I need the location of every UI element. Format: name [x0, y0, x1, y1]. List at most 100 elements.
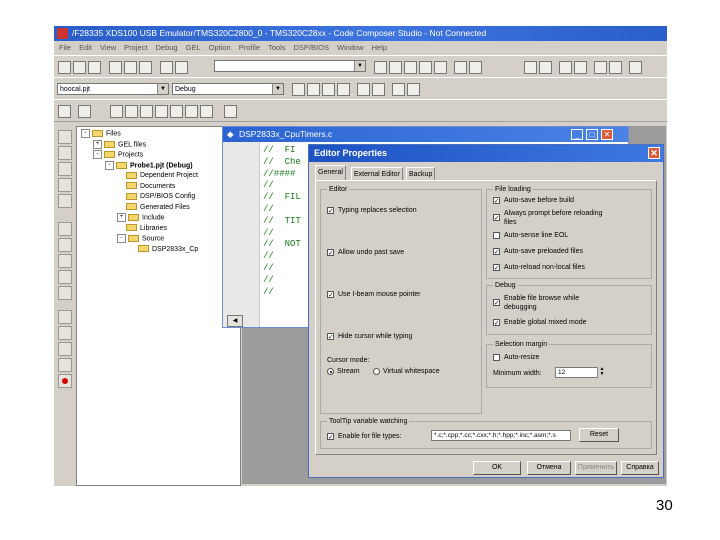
indent-icon[interactable] — [524, 61, 537, 74]
breakpoint-icon[interactable] — [357, 83, 370, 96]
find-in-files-icon[interactable] — [419, 61, 432, 74]
disassembly-icon[interactable] — [170, 105, 183, 118]
minimize-icon[interactable]: _ — [571, 129, 583, 140]
menu-item[interactable]: Window — [337, 43, 364, 52]
help-pointer-icon[interactable] — [469, 61, 482, 74]
find-prev-icon[interactable] — [404, 61, 417, 74]
tree-item[interactable]: Libraries — [117, 224, 167, 233]
radio-button[interactable] — [373, 368, 380, 375]
tree-item[interactable]: Dependent Project — [117, 171, 198, 180]
record-icon[interactable] — [58, 374, 72, 388]
menu-item[interactable]: Help — [372, 43, 387, 52]
find-icon[interactable] — [374, 61, 387, 74]
checkbox[interactable]: ✓ — [327, 433, 334, 441]
halt-icon[interactable] — [58, 146, 72, 160]
checkbox[interactable]: ✓ — [493, 248, 500, 256]
window-titlebar[interactable]: /F28335 XDS100 USB Emulator/TMS320C2800_… — [54, 26, 667, 41]
graph-icon[interactable] — [140, 105, 153, 118]
tree-item[interactable]: Documents — [117, 182, 175, 191]
expand-icon[interactable]: + — [93, 139, 102, 149]
collapse-icon[interactable]: - — [81, 129, 90, 138]
checkbox[interactable]: ✓ — [493, 319, 500, 327]
cut-icon[interactable] — [109, 61, 122, 74]
compile-file-icon[interactable] — [292, 83, 305, 96]
watch-icon[interactable] — [155, 105, 168, 118]
animate-icon[interactable] — [58, 162, 72, 176]
edit-icon[interactable] — [200, 105, 213, 118]
tree-item[interactable]: - Files — [81, 129, 121, 138]
incremental-build-icon[interactable] — [307, 83, 320, 96]
checkbox[interactable]: ✓ — [493, 264, 500, 272]
tab-backup[interactable]: Backup — [406, 167, 436, 180]
checkbox[interactable]: ✓ — [493, 299, 500, 307]
collapse-icon[interactable]: - — [93, 150, 102, 159]
help-button[interactable]: Справка — [621, 461, 659, 475]
apply-button[interactable]: Применить — [575, 461, 617, 475]
menu-item[interactable]: DSP/BIOS — [294, 43, 329, 52]
chevron-down-icon[interactable]: ▼ — [157, 84, 168, 94]
outdent-icon[interactable] — [539, 61, 552, 74]
find-next-icon[interactable] — [389, 61, 402, 74]
project-view-icon[interactable] — [58, 105, 71, 118]
pencil-icon[interactable] — [629, 61, 642, 74]
tree-item[interactable]: - Projects — [93, 150, 143, 159]
collapse-icon[interactable]: - — [117, 234, 126, 243]
checkbox[interactable] — [493, 354, 500, 361]
registers-icon[interactable] — [125, 105, 138, 118]
radio-button[interactable] — [327, 368, 334, 375]
view-watch-icon[interactable] — [58, 358, 72, 372]
open-file-icon[interactable] — [73, 61, 86, 74]
save-icon[interactable] — [88, 61, 101, 74]
scroll-left-icon[interactable]: ◀ — [227, 315, 243, 327]
spinner-icon[interactable]: ▲ ▼ — [597, 367, 606, 378]
next-bookmark-icon[interactable] — [574, 61, 587, 74]
tree-item[interactable]: - Source — [117, 234, 164, 243]
menu-item[interactable]: Option — [209, 43, 231, 52]
tree-item[interactable]: Generated Files — [117, 203, 190, 212]
tab-external-editor[interactable]: External Editor — [351, 167, 403, 180]
menu-item[interactable]: Edit — [79, 43, 92, 52]
tree-item[interactable]: + GEL files — [93, 139, 146, 149]
checkbox[interactable]: ✓ — [327, 249, 334, 257]
close-icon[interactable]: ✕ — [648, 147, 660, 159]
dialog-titlebar[interactable]: Editor Properties ✕ — [309, 145, 663, 162]
expand-icon[interactable]: + — [117, 213, 126, 222]
code-text[interactable]: // FI// Che//####//// FIL//// TIT//// NO… — [263, 145, 301, 298]
run-icon[interactable] — [58, 130, 72, 144]
checkbox[interactable]: ✓ — [493, 214, 500, 222]
print-icon[interactable] — [454, 61, 467, 74]
checkbox[interactable]: ✓ — [327, 333, 334, 341]
close-icon[interactable]: ✕ — [601, 129, 613, 140]
menu-item[interactable]: Profile — [239, 43, 260, 52]
call-stack-icon[interactable] — [185, 105, 198, 118]
ok-button[interactable]: OK — [473, 461, 521, 475]
menu-item[interactable]: Project — [124, 43, 147, 52]
step-out-icon[interactable] — [58, 222, 72, 236]
copy-icon[interactable] — [124, 61, 137, 74]
step-over-icon[interactable] — [58, 194, 72, 208]
checkbox[interactable]: ✓ — [327, 207, 334, 215]
checkbox[interactable]: ✓ — [327, 291, 334, 299]
chevron-down-icon[interactable]: ▼ — [272, 84, 283, 94]
tree-item[interactable]: - Probe1.pjt (Debug) — [105, 160, 193, 170]
project-combo[interactable]: hoocal.pjt ▼ — [57, 83, 169, 95]
menu-item[interactable]: Tools — [268, 43, 286, 52]
menu-item[interactable]: GEL — [186, 43, 201, 52]
asm-step-over-icon[interactable] — [58, 270, 72, 284]
undo-icon[interactable] — [160, 61, 173, 74]
run-to-cursor-icon[interactable] — [58, 238, 72, 252]
checkbox[interactable] — [493, 232, 500, 239]
tree-item[interactable]: DSP/BIOS Config — [117, 192, 195, 201]
view-registers-icon[interactable] — [58, 326, 72, 340]
window-tile-icon[interactable] — [609, 61, 622, 74]
remove-breakpoints-icon[interactable] — [372, 83, 385, 96]
new-file-icon[interactable] — [58, 61, 71, 74]
checkbox[interactable]: ✓ — [493, 197, 500, 205]
asm-step-out-icon[interactable] — [58, 286, 72, 300]
reset-button[interactable]: Reset — [579, 428, 619, 442]
tree-item[interactable]: + Include — [117, 213, 165, 222]
menu-item[interactable]: Debug — [156, 43, 178, 52]
collapse-icon[interactable]: - — [105, 160, 114, 170]
file-types-input[interactable]: *.c;*.cpp;*.cc;*.cxx;*.h;*.hpp;*.inc;*.a… — [431, 430, 571, 441]
build-config-combo[interactable]: Debug ▼ — [172, 83, 284, 95]
